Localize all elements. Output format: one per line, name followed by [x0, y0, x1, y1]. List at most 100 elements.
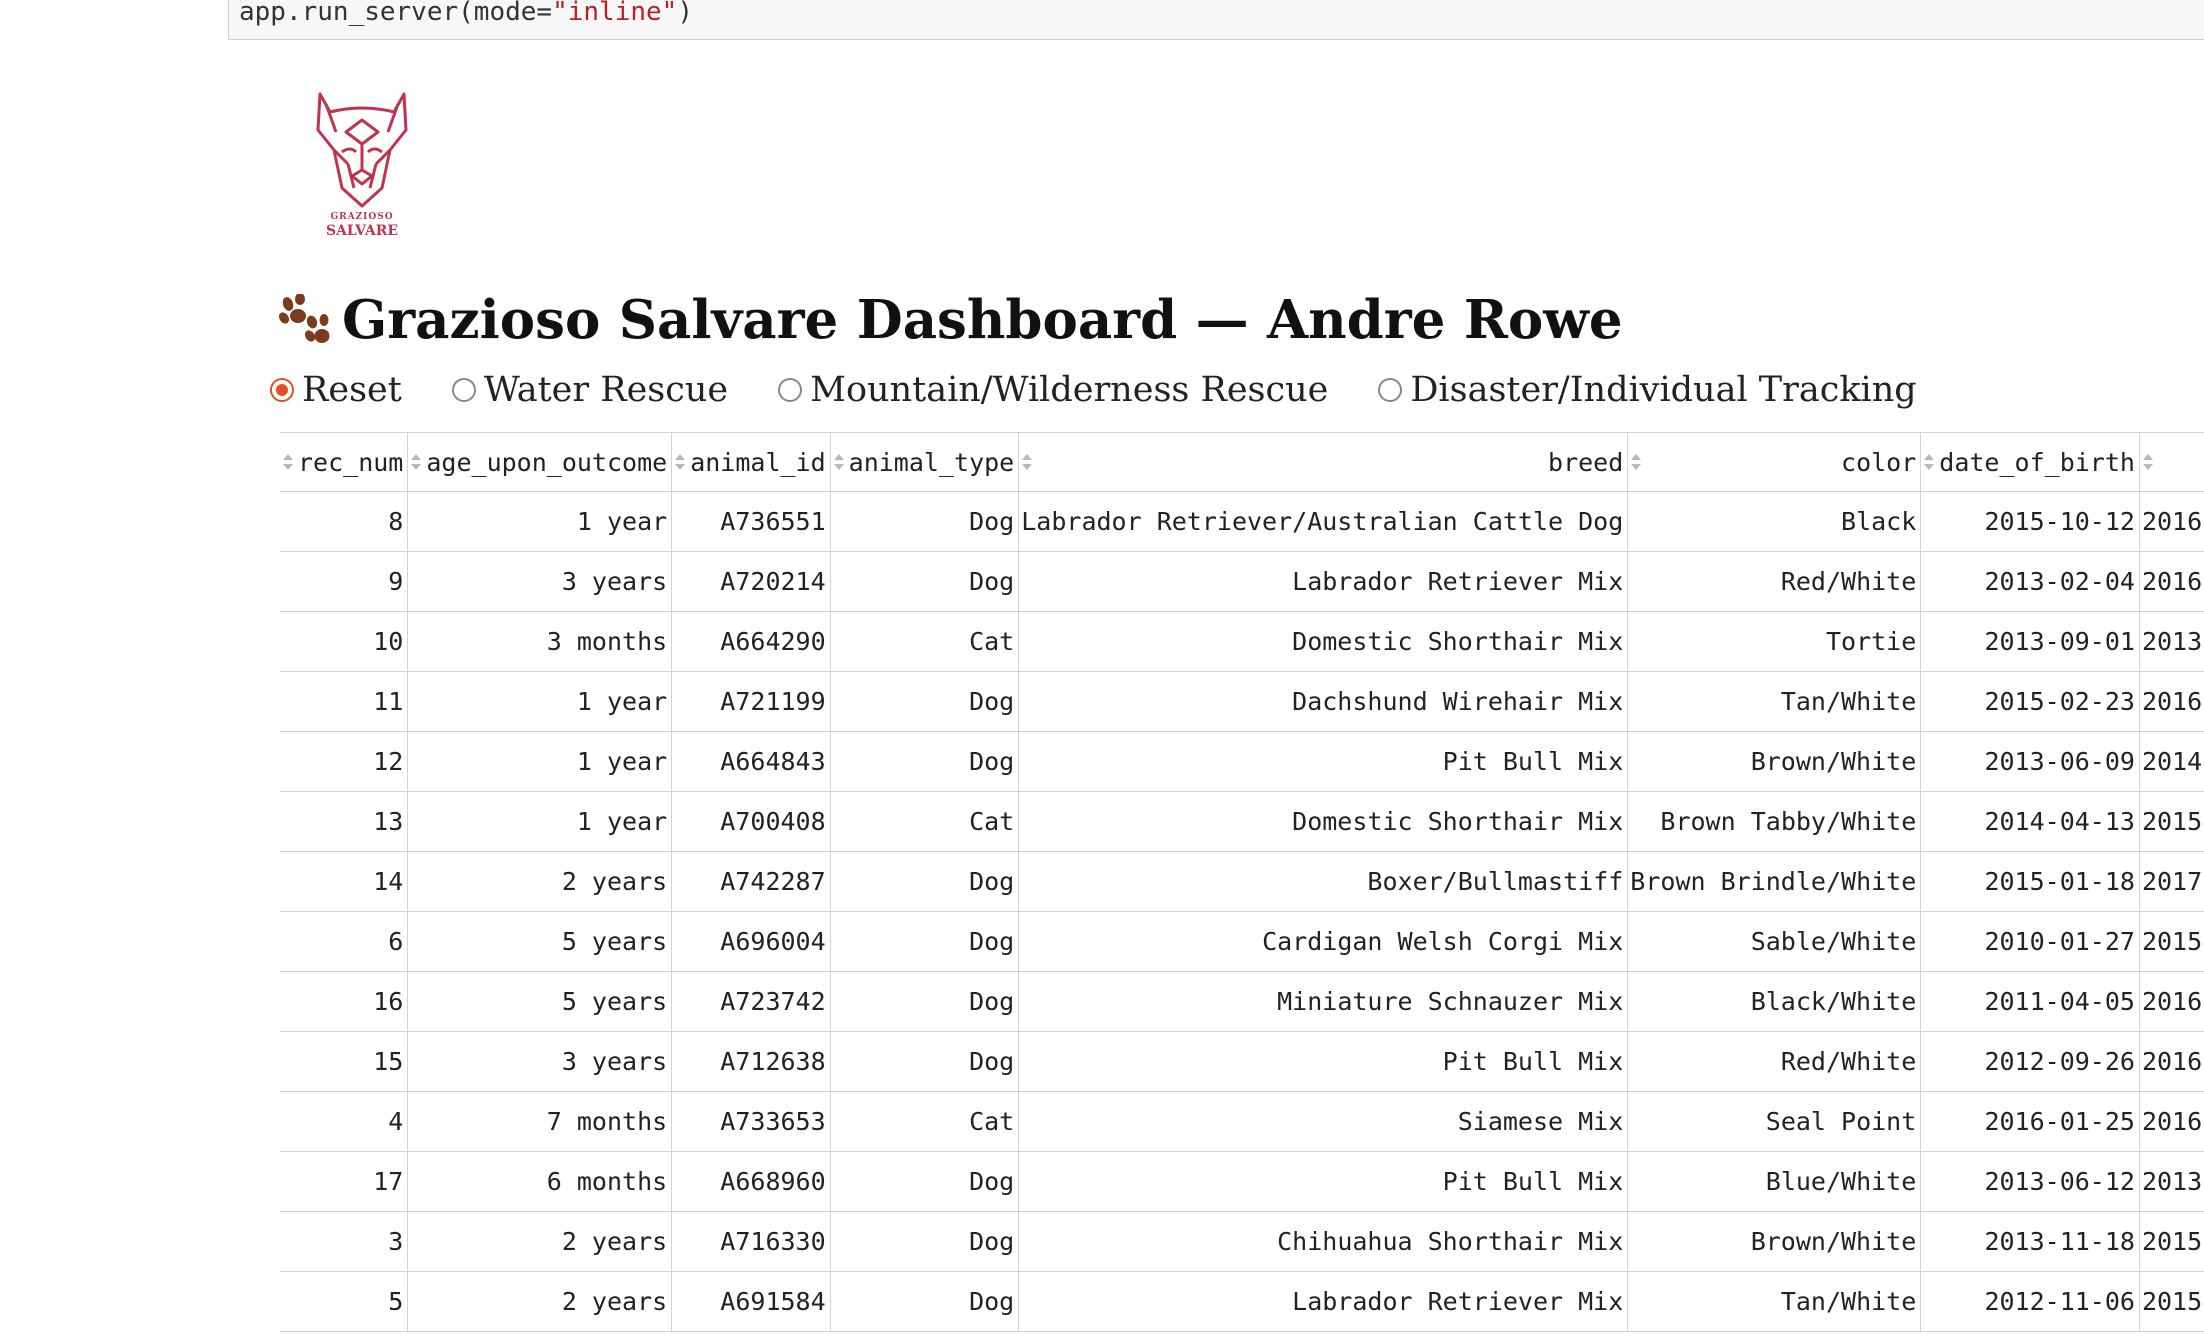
cell-age-upon-outcome: 3 months	[407, 611, 673, 672]
cell-rec-num: 10	[280, 611, 409, 672]
code-cell[interactable]: app.run_server(mode="inline")	[228, 0, 2204, 40]
column-header-date-of-birth[interactable]: date_of_birth	[1920, 432, 2140, 492]
cell-color: Brown Brindle/White	[1627, 851, 1922, 912]
radio-unchecked-icon[interactable]	[778, 378, 803, 402]
table-row[interactable]: 15 3 years A712638 Dog Pit Bull Mix Red/White…	[280, 1031, 2204, 1092]
cell-animal-id: A696004	[671, 911, 831, 972]
cell-rec-num: 11	[280, 671, 409, 732]
cell-rec-num: 8	[280, 491, 409, 552]
table-row[interactable]: 47 months A733653 Cat Siamese Mix Seal Point…	[280, 1091, 2204, 1152]
sort-icon[interactable]	[1923, 451, 1935, 473]
cell-animal-id: A720214	[671, 551, 831, 612]
cell-animal-type: Cat	[830, 611, 1020, 672]
cell-animal-type: Dog	[830, 491, 1020, 552]
radio-reset[interactable]: Reset	[270, 370, 402, 410]
cell-next: 2015-01-	[2139, 911, 2204, 972]
column-header-label: animal_type	[848, 447, 1015, 477]
cell-animal-id: A691584	[671, 1271, 831, 1332]
cell-next: 2015-05-	[2139, 1271, 2204, 1332]
table-row[interactable]: 16 5 years A723742 Dog Miniature Schnauzer M…	[280, 971, 2204, 1032]
table-row[interactable]: 10 3 months A664290 Cat Domestic Shorthair M…	[280, 611, 2204, 672]
animal-outcomes-table: rec_num age_upon_outcome animal_id animal_t…	[280, 432, 2204, 1332]
column-header-color[interactable]: color	[1627, 432, 1922, 492]
cell-animal-type: Dog	[830, 911, 1020, 972]
table-row[interactable]: 13 1 year A700408 Cat Domestic Shorthair Mix…	[280, 791, 2204, 852]
column-header-animal-id[interactable]: animal_id	[671, 432, 831, 492]
table-row[interactable]: 11 1 year A721199 Dog Dachshund Wirehair Mix…	[280, 671, 2204, 732]
table-row[interactable]: 32 years A716330 Dog Chihuahua Shorthair Mi…	[280, 1211, 2204, 1272]
radio-label-mountain-wilderness-rescue: Mountain/Wilderness Rescue	[810, 370, 1329, 410]
cell-animal-id: A733653	[671, 1091, 831, 1152]
sort-icon[interactable]	[1021, 451, 1033, 473]
cell-rec-num: 17	[280, 1151, 409, 1212]
column-header-next[interactable]	[2139, 432, 2204, 492]
cell-rec-num: 5	[280, 1271, 409, 1332]
radio-disaster-individual-tracking[interactable]: Disaster/Individual Tracking	[1378, 370, 1917, 410]
sort-icon[interactable]	[674, 451, 686, 473]
cell-breed: Pit Bull Mix	[1018, 731, 1629, 792]
sort-icon[interactable]	[1630, 451, 1642, 473]
radio-label-disaster-individual-tracking: Disaster/Individual Tracking	[1410, 370, 1917, 410]
cell-breed: Boxer/Bullmastiff	[1018, 851, 1629, 912]
cell-breed: Domestic Shorthair Mix	[1018, 611, 1629, 672]
cell-next: 2016-11-	[2139, 491, 2204, 552]
column-header-label: animal_id	[690, 447, 826, 477]
radio-checked-icon[interactable]	[270, 378, 294, 402]
cell-age-upon-outcome: 3 years	[407, 551, 673, 612]
table-row[interactable]: 14 2 years A742287 Dog Boxer/Bullmastiff Brow…	[280, 851, 2204, 912]
cell-animal-id: A700408	[671, 791, 831, 852]
table-row[interactable]: 65 years A696004 Dog Cardigan Welsh Corgi M…	[280, 911, 2204, 972]
cell-animal-type: Dog	[830, 971, 1020, 1032]
cell-breed: Pit Bull Mix	[1018, 1031, 1629, 1092]
cell-color: Red/White	[1627, 1031, 1922, 1092]
column-header-breed[interactable]: breed	[1018, 432, 1629, 492]
code-prefix: app.run_server(mode=	[239, 0, 553, 27]
cell-animal-type: Dog	[830, 851, 1020, 912]
paw-icon	[278, 294, 330, 343]
cell-breed: Labrador Retriever/Australian Cattle Dog	[1018, 491, 1629, 552]
sort-icon[interactable]	[410, 451, 422, 473]
table-row[interactable]: 52 years A691584 Dog Labrador Retriever Mix…	[280, 1271, 2204, 1332]
cell-color: Tan/White	[1627, 1271, 1922, 1332]
cell-age-upon-outcome: 1 year	[407, 731, 673, 792]
radio-unchecked-icon[interactable]	[451, 378, 476, 402]
cell-color: Red/White	[1627, 551, 1922, 612]
sort-icon[interactable]	[833, 451, 845, 473]
rescue-type-radio-group: Reset Water Rescue Mountain/Wilderness R…	[270, 370, 1967, 410]
cell-next: 2014-08-	[2139, 731, 2204, 792]
cell-date-of-birth: 2013-02-04	[1920, 551, 2140, 612]
cell-breed: Chihuahua Shorthair Mix	[1018, 1211, 1629, 1272]
cell-date-of-birth: 2015-10-12	[1920, 491, 2140, 552]
cell-animal-id: A664843	[671, 731, 831, 792]
cell-next: 2016-02-	[2139, 551, 2204, 612]
cell-age-upon-outcome: 7 months	[407, 1091, 673, 1152]
column-header-animal-type[interactable]: animal_type	[830, 432, 1020, 492]
table-row[interactable]: 12 1 year A664843 Dog Pit Bull Mix Brown/Whit…	[280, 731, 2204, 792]
cell-next: 2017-02-	[2139, 851, 2204, 912]
sort-icon[interactable]	[2142, 451, 2154, 473]
cell-date-of-birth: 2012-11-06	[1920, 1271, 2140, 1332]
radio-water-rescue[interactable]: Water Rescue	[451, 370, 728, 410]
cell-next: 2016-07-	[2139, 1031, 2204, 1092]
cell-age-upon-outcome: 1 year	[407, 491, 673, 552]
column-header-age-upon-outcome[interactable]: age_upon_outcome	[407, 432, 673, 492]
cell-date-of-birth: 2012-09-26	[1920, 1031, 2140, 1092]
table-row[interactable]: 93 years A720214 Dog Labrador Retriever Mix…	[280, 551, 2204, 612]
cell-date-of-birth: 2013-06-12	[1920, 1151, 2140, 1212]
cell-age-upon-outcome: 5 years	[407, 971, 673, 1032]
table-row[interactable]: 17 6 months A668960 Dog Pit Bull Mix Blue/Whi…	[280, 1151, 2204, 1212]
cell-animal-type: Dog	[830, 1151, 1020, 1212]
cell-animal-id: A721199	[671, 671, 831, 732]
grazioso-salvare-logo: GRAZIOSO SALVARE	[312, 92, 412, 242]
sort-icon[interactable]	[282, 451, 294, 473]
radio-mountain-wilderness-rescue[interactable]: Mountain/Wilderness Rescue	[778, 370, 1328, 410]
cell-age-upon-outcome: 6 months	[407, 1151, 673, 1212]
table-body: 81 year A736551 Dog Labrador Retriever/Aust…	[280, 491, 2204, 1332]
cell-rec-num: 12	[280, 731, 409, 792]
table-row[interactable]: 81 year A736551 Dog Labrador Retriever/Aust…	[280, 491, 2204, 552]
cell-breed: Siamese Mix	[1018, 1091, 1629, 1152]
column-header-rec-num[interactable]: rec_num	[280, 432, 409, 492]
cell-age-upon-outcome: 5 years	[407, 911, 673, 972]
radio-unchecked-icon[interactable]	[1378, 378, 1403, 402]
column-header-label: rec_num	[298, 447, 404, 477]
